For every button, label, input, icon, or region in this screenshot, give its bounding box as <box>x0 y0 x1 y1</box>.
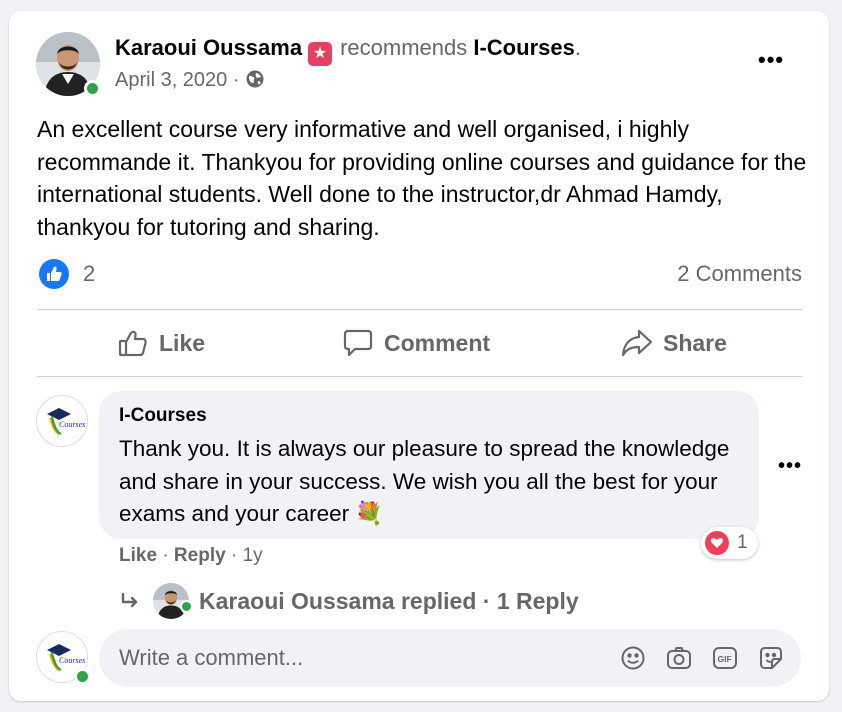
comment-reaction-count: 1 <box>737 532 748 553</box>
meta-separator: · <box>232 69 240 91</box>
recommendation-star-icon: ★ <box>308 42 333 66</box>
post-date[interactable]: April 3, 2020 <box>115 69 227 91</box>
reply-preview-text: Karaoui Oussama replied · 1 Reply <box>199 587 579 614</box>
logo-text-composer: Courses <box>59 656 85 665</box>
logo-text: Courses <box>59 420 85 429</box>
comment-reply-button[interactable]: Reply <box>174 545 226 566</box>
comment-like-button[interactable]: Like <box>119 545 157 566</box>
thumbs-up-icon <box>118 330 147 357</box>
reply-arrow-icon <box>121 592 138 608</box>
composer-online-indicator <box>74 668 91 685</box>
page-logo-avatar[interactable]: Courses <box>36 395 88 447</box>
like-reaction-icon[interactable] <box>39 259 69 289</box>
comment-age[interactable]: 1y <box>243 545 263 566</box>
like-label: Like <box>159 329 206 356</box>
recommends-label: recommends <box>340 35 468 60</box>
comment-actions-separator-1: · <box>162 545 169 566</box>
comment-body: Thank you. It is always our pleasure to … <box>119 436 730 526</box>
comment-label: Comment <box>384 329 491 356</box>
share-button[interactable]: Share <box>621 323 727 363</box>
comment-button[interactable]: Comment <box>342 323 490 363</box>
divider-top <box>37 309 802 310</box>
comment-more-options-icon[interactable]: ••• <box>778 455 802 478</box>
comment-bubble: I-Courses Thank you. It is always our pl… <box>99 391 759 539</box>
bouquet-emoji: 💐 <box>355 501 384 526</box>
write-comment-input[interactable] <box>119 629 599 687</box>
comment-author[interactable]: I-Courses <box>119 405 207 427</box>
reaction-count[interactable]: 2 <box>83 261 95 287</box>
post-card: Karaoui Oussama ★ recommends I-Courses. Ap… <box>9 11 829 701</box>
comment-actions-separator-2: · <box>230 545 238 566</box>
post-meta: April 3, 2020 · <box>115 69 265 92</box>
share-label: Share <box>663 329 727 356</box>
comment-reaction-badge[interactable]: 1 <box>701 527 758 559</box>
divider-bottom <box>37 376 802 377</box>
svg-text:GIF: GIF <box>718 654 732 664</box>
online-status-indicator <box>84 80 101 97</box>
comment-composer[interactable]: GIF <box>99 629 801 687</box>
love-heart-icon <box>705 531 729 555</box>
post-more-options-icon[interactable]: ••• <box>758 47 784 73</box>
globe-icon <box>246 70 264 88</box>
author-name[interactable]: Karaoui Oussama <box>115 35 302 60</box>
replier-online-indicator <box>180 600 193 613</box>
post-header: Karaoui Oussama ★ recommends I-Courses. <box>115 35 581 66</box>
comment-bubble-icon <box>343 329 373 357</box>
like-button[interactable]: Like <box>117 323 205 363</box>
page-name-link[interactable]: I-Courses <box>473 35 574 60</box>
sticker-icon[interactable] <box>757 644 785 672</box>
comments-count-link[interactable]: 2 Comments <box>677 261 802 287</box>
header-period: . <box>574 35 581 60</box>
gif-icon[interactable]: GIF <box>711 644 739 672</box>
camera-icon[interactable] <box>665 644 693 672</box>
share-arrow-icon <box>621 329 653 357</box>
comment-actions: Like · Reply · 1y <box>119 545 263 567</box>
emoji-icon[interactable] <box>619 644 647 672</box>
i-courses-logo: Courses <box>47 408 85 436</box>
post-body: An excellent course very informative and… <box>37 116 807 240</box>
comment-text: Thank you. It is always our pleasure to … <box>119 433 749 531</box>
